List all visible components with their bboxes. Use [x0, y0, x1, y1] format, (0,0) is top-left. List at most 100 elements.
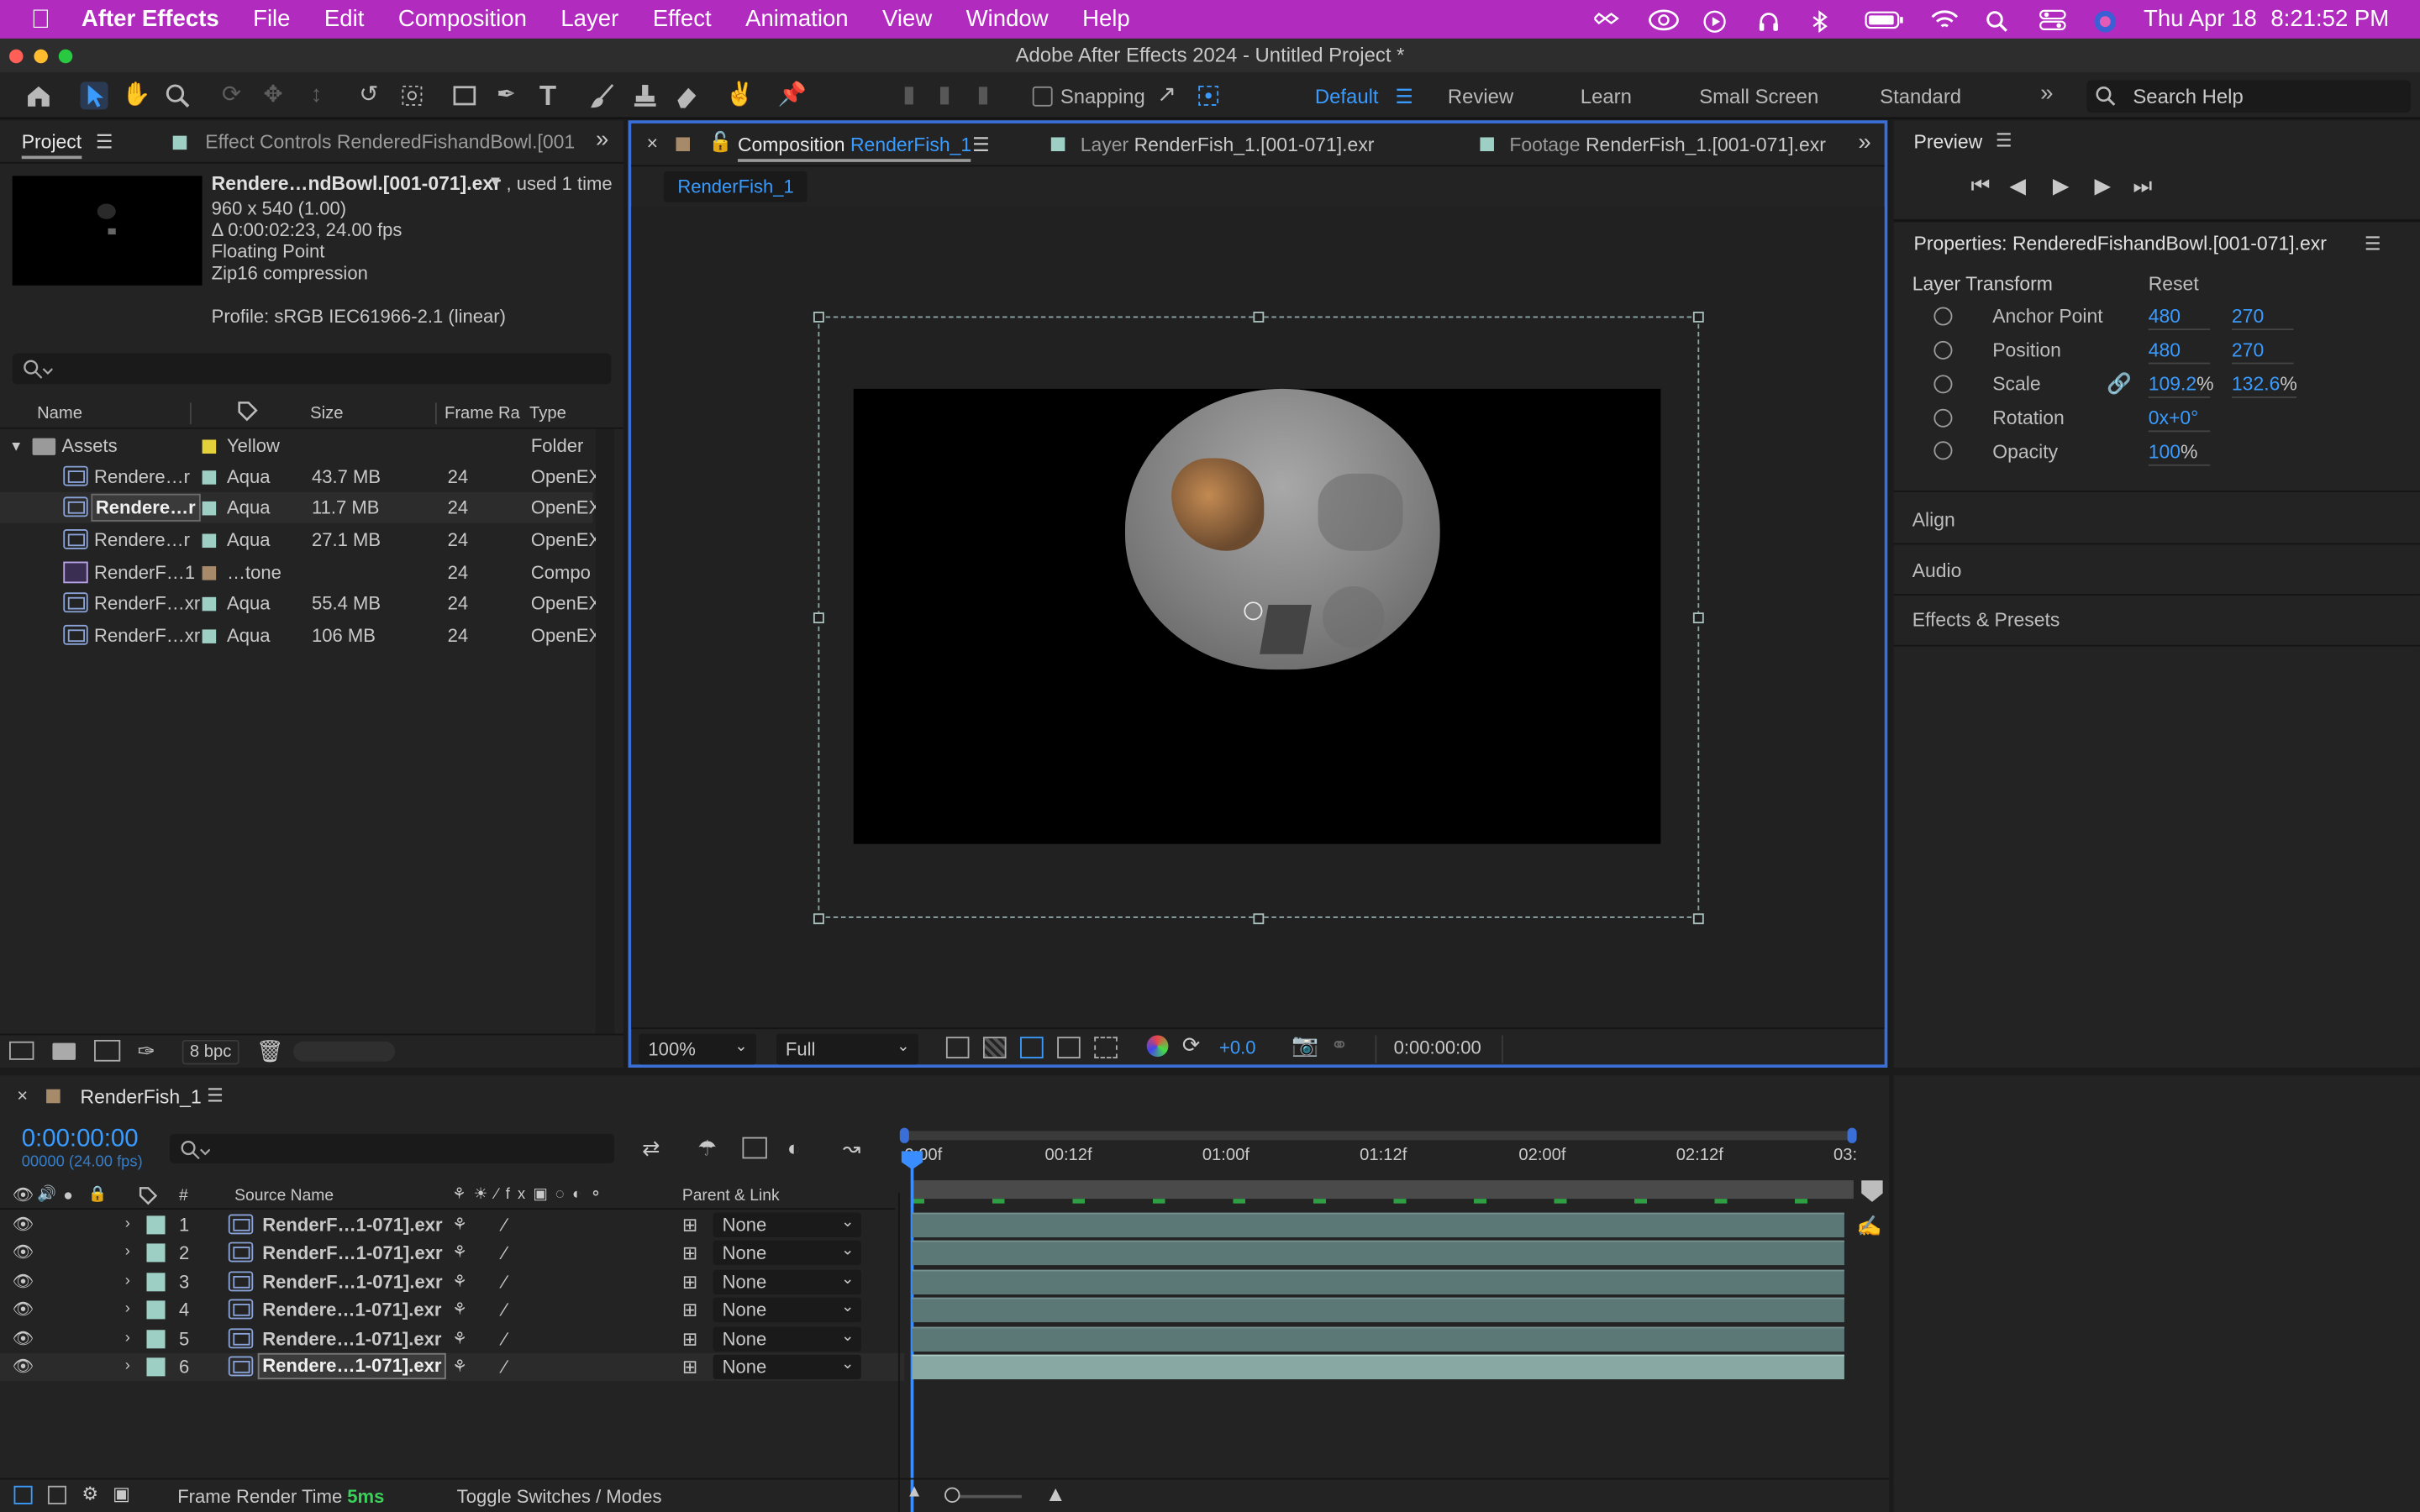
eraser-tool-icon[interactable]	[673, 81, 701, 109]
anchor-point-y[interactable]: 270	[2231, 306, 2294, 331]
timeline-comp-name[interactable]: RenderFish_1	[81, 1086, 202, 1108]
stopwatch-icon[interactable]	[1933, 441, 1953, 460]
layer-name[interactable]: Rendere…1-071].exr	[262, 1326, 441, 1353]
label-swatch[interactable]	[202, 533, 217, 549]
zoom-dropdown[interactable]: 100% ⌄	[639, 1033, 756, 1065]
tab-effect-controls[interactable]: Effect Controls RenderedFishandBowl.[001	[205, 131, 575, 153]
timeline-search-field[interactable]	[170, 1133, 615, 1163]
menu-animation[interactable]: Animation	[745, 6, 849, 32]
layer-name[interactable]: RenderF…1-071].exr	[262, 1211, 442, 1239]
preview-menu-icon[interactable]: ☰	[1996, 129, 2012, 151]
visibility-eye-icon[interactable]: 👁	[13, 1353, 34, 1381]
label-swatch[interactable]	[202, 566, 217, 580]
work-area-bar[interactable]	[912, 1180, 1854, 1200]
brush-tool-icon[interactable]	[590, 81, 618, 109]
layer-duration-bar[interactable]	[912, 1240, 1844, 1266]
menu-help[interactable]: Help	[1082, 6, 1130, 32]
pick-whip-icon[interactable]: ⊞	[682, 1239, 697, 1267]
battery-icon[interactable]	[1865, 8, 1905, 30]
layer-label-swatch[interactable]	[146, 1215, 166, 1235]
folder-expand-icon[interactable]: ▼	[9, 430, 23, 461]
layer-label-swatch[interactable]	[146, 1300, 166, 1320]
workspace-small-screen[interactable]: Small Screen	[1699, 85, 1818, 108]
work-area-navigator[interactable]	[902, 1131, 1854, 1141]
home-icon[interactable]	[24, 81, 52, 109]
tab-footage[interactable]: Footage RenderFish_1.[001-071].exr	[1509, 134, 1826, 156]
video-switch-header-icon[interactable]: 👁	[13, 1182, 34, 1210]
pen-tool-icon[interactable]: ✒	[492, 81, 520, 109]
rectangle-tool-icon[interactable]	[450, 81, 478, 109]
workspace-menu-icon[interactable]: ☰	[1395, 85, 1413, 109]
stopwatch-icon[interactable]	[1933, 375, 1953, 394]
spotlight-search-icon[interactable]	[1985, 8, 2012, 31]
parent-dropdown[interactable]: None ⌄	[713, 1326, 861, 1352]
column-type[interactable]: Type	[529, 398, 566, 429]
layer-name[interactable]: Rendere…1-071].exr	[257, 1352, 446, 1380]
visibility-eye-icon[interactable]: 👁	[13, 1239, 34, 1267]
transform-handle[interactable]	[813, 312, 824, 323]
layer-name[interactable]: RenderF…1-071].exr	[262, 1239, 442, 1267]
menu-edit[interactable]: Edit	[324, 6, 364, 32]
reset-link[interactable]: Reset	[2149, 273, 2199, 295]
project-settings-icon[interactable]: ✑	[137, 1038, 155, 1064]
composition-mini-flowchart-icon[interactable]: ⇄	[642, 1136, 660, 1162]
stopwatch-icon[interactable]	[1933, 408, 1953, 428]
list-item-selected[interactable]: Rendere…r Aqua 11.7 MB 24 OpenEX	[0, 491, 601, 523]
visibility-eye-icon[interactable]: 👁	[13, 1268, 34, 1296]
list-item[interactable]: Rendere…r Aqua 43.7 MB 24 OpenEX	[0, 461, 601, 492]
previous-frame-icon[interactable]: ◀	[2009, 173, 2026, 199]
graph-editor-icon[interactable]: ↝	[843, 1136, 861, 1162]
delete-icon[interactable]: 🗑	[256, 1038, 284, 1064]
snapping-checkbox[interactable]	[1032, 86, 1053, 107]
play-icon[interactable]: ▶	[2053, 173, 2070, 199]
menu-effect[interactable]: Effect	[653, 6, 712, 32]
in-out-toggle-icon[interactable]: ⚙	[82, 1483, 98, 1504]
zoom-slider-thumb[interactable]	[944, 1487, 960, 1503]
layer-label-swatch[interactable]	[146, 1243, 166, 1263]
close-timeline-icon[interactable]: ×	[17, 1084, 28, 1106]
visibility-eye-icon[interactable]: 👁	[13, 1326, 34, 1353]
snapshot-camera-icon[interactable]: 📷	[1292, 1032, 1318, 1058]
anchor-tool-icon[interactable]	[398, 81, 426, 109]
quality-switch-icon[interactable]: ∕	[503, 1268, 507, 1296]
audio-section[interactable]: Audio	[1912, 560, 1962, 582]
list-item[interactable]: RenderF…xr Aqua 55.4 MB 24 OpenEX	[0, 588, 601, 619]
toggle-switches-modes[interactable]: Toggle Switches / Modes	[457, 1486, 662, 1508]
project-search-field[interactable]	[12, 353, 612, 385]
effects-presets-section[interactable]: Effects & Presets	[1912, 610, 2060, 632]
transform-handle[interactable]	[1692, 913, 1704, 925]
menu-composition[interactable]: Composition	[398, 6, 527, 32]
layer-bounding-box[interactable]	[818, 316, 1700, 918]
viewer-timecode[interactable]: 0:00:00:00	[1394, 1037, 1481, 1058]
bit-depth-button[interactable]: 8 bpc	[182, 1039, 239, 1065]
transform-handle[interactable]	[1253, 913, 1265, 925]
wifi-icon[interactable]	[1931, 8, 1959, 30]
table-row[interactable]: 👁 › 3 RenderF…1-071].exr ⚘ ∕ ⊞ None ⌄	[0, 1268, 904, 1296]
list-item[interactable]: Rendere…r Aqua 27.1 MB 24 OpenEX	[0, 524, 601, 555]
lock-header-icon[interactable]: 🔒	[88, 1182, 108, 1210]
parent-dropdown[interactable]: None ⌄	[713, 1269, 861, 1295]
expand-layer-icon[interactable]: ›	[125, 1326, 130, 1353]
transform-handle[interactable]	[1692, 312, 1704, 323]
next-frame-icon[interactable]: ▶	[2094, 173, 2111, 199]
column-name[interactable]: Name	[37, 398, 82, 429]
label-swatch[interactable]	[202, 439, 217, 454]
grid-guides-icon[interactable]	[1094, 1037, 1118, 1058]
align-center-icon[interactable]: ▮	[931, 81, 959, 109]
motion-blur-icon[interactable]: ◐	[787, 1136, 801, 1160]
comp-panel-menu-icon[interactable]: ☰	[972, 133, 990, 156]
time-ruler[interactable]: 0:00f 00:12f 01:00f 01:12f 02:00f 02:12f…	[899, 1127, 1857, 1204]
frame-blending-icon[interactable]	[742, 1137, 767, 1159]
menu-file[interactable]: File	[253, 6, 290, 32]
selection-tool-icon[interactable]	[80, 81, 108, 110]
apple-menu-icon[interactable]: 	[31, 4, 50, 35]
timeline-menu-icon[interactable]: ☰	[207, 1084, 224, 1106]
new-folder-icon[interactable]	[52, 1042, 76, 1060]
workspace-learn[interactable]: Learn	[1581, 85, 1632, 108]
layer-duration-bar-selected[interactable]	[912, 1354, 1844, 1380]
expand-viewer-icon[interactable]: »	[1858, 129, 1870, 155]
close-tab-icon[interactable]: ×	[647, 133, 658, 155]
scale-y-field[interactable]: 132.6%	[2231, 373, 2297, 398]
anchor-point-x[interactable]: 480	[2148, 306, 2211, 331]
hand-tool-icon[interactable]: ✋	[122, 81, 150, 109]
